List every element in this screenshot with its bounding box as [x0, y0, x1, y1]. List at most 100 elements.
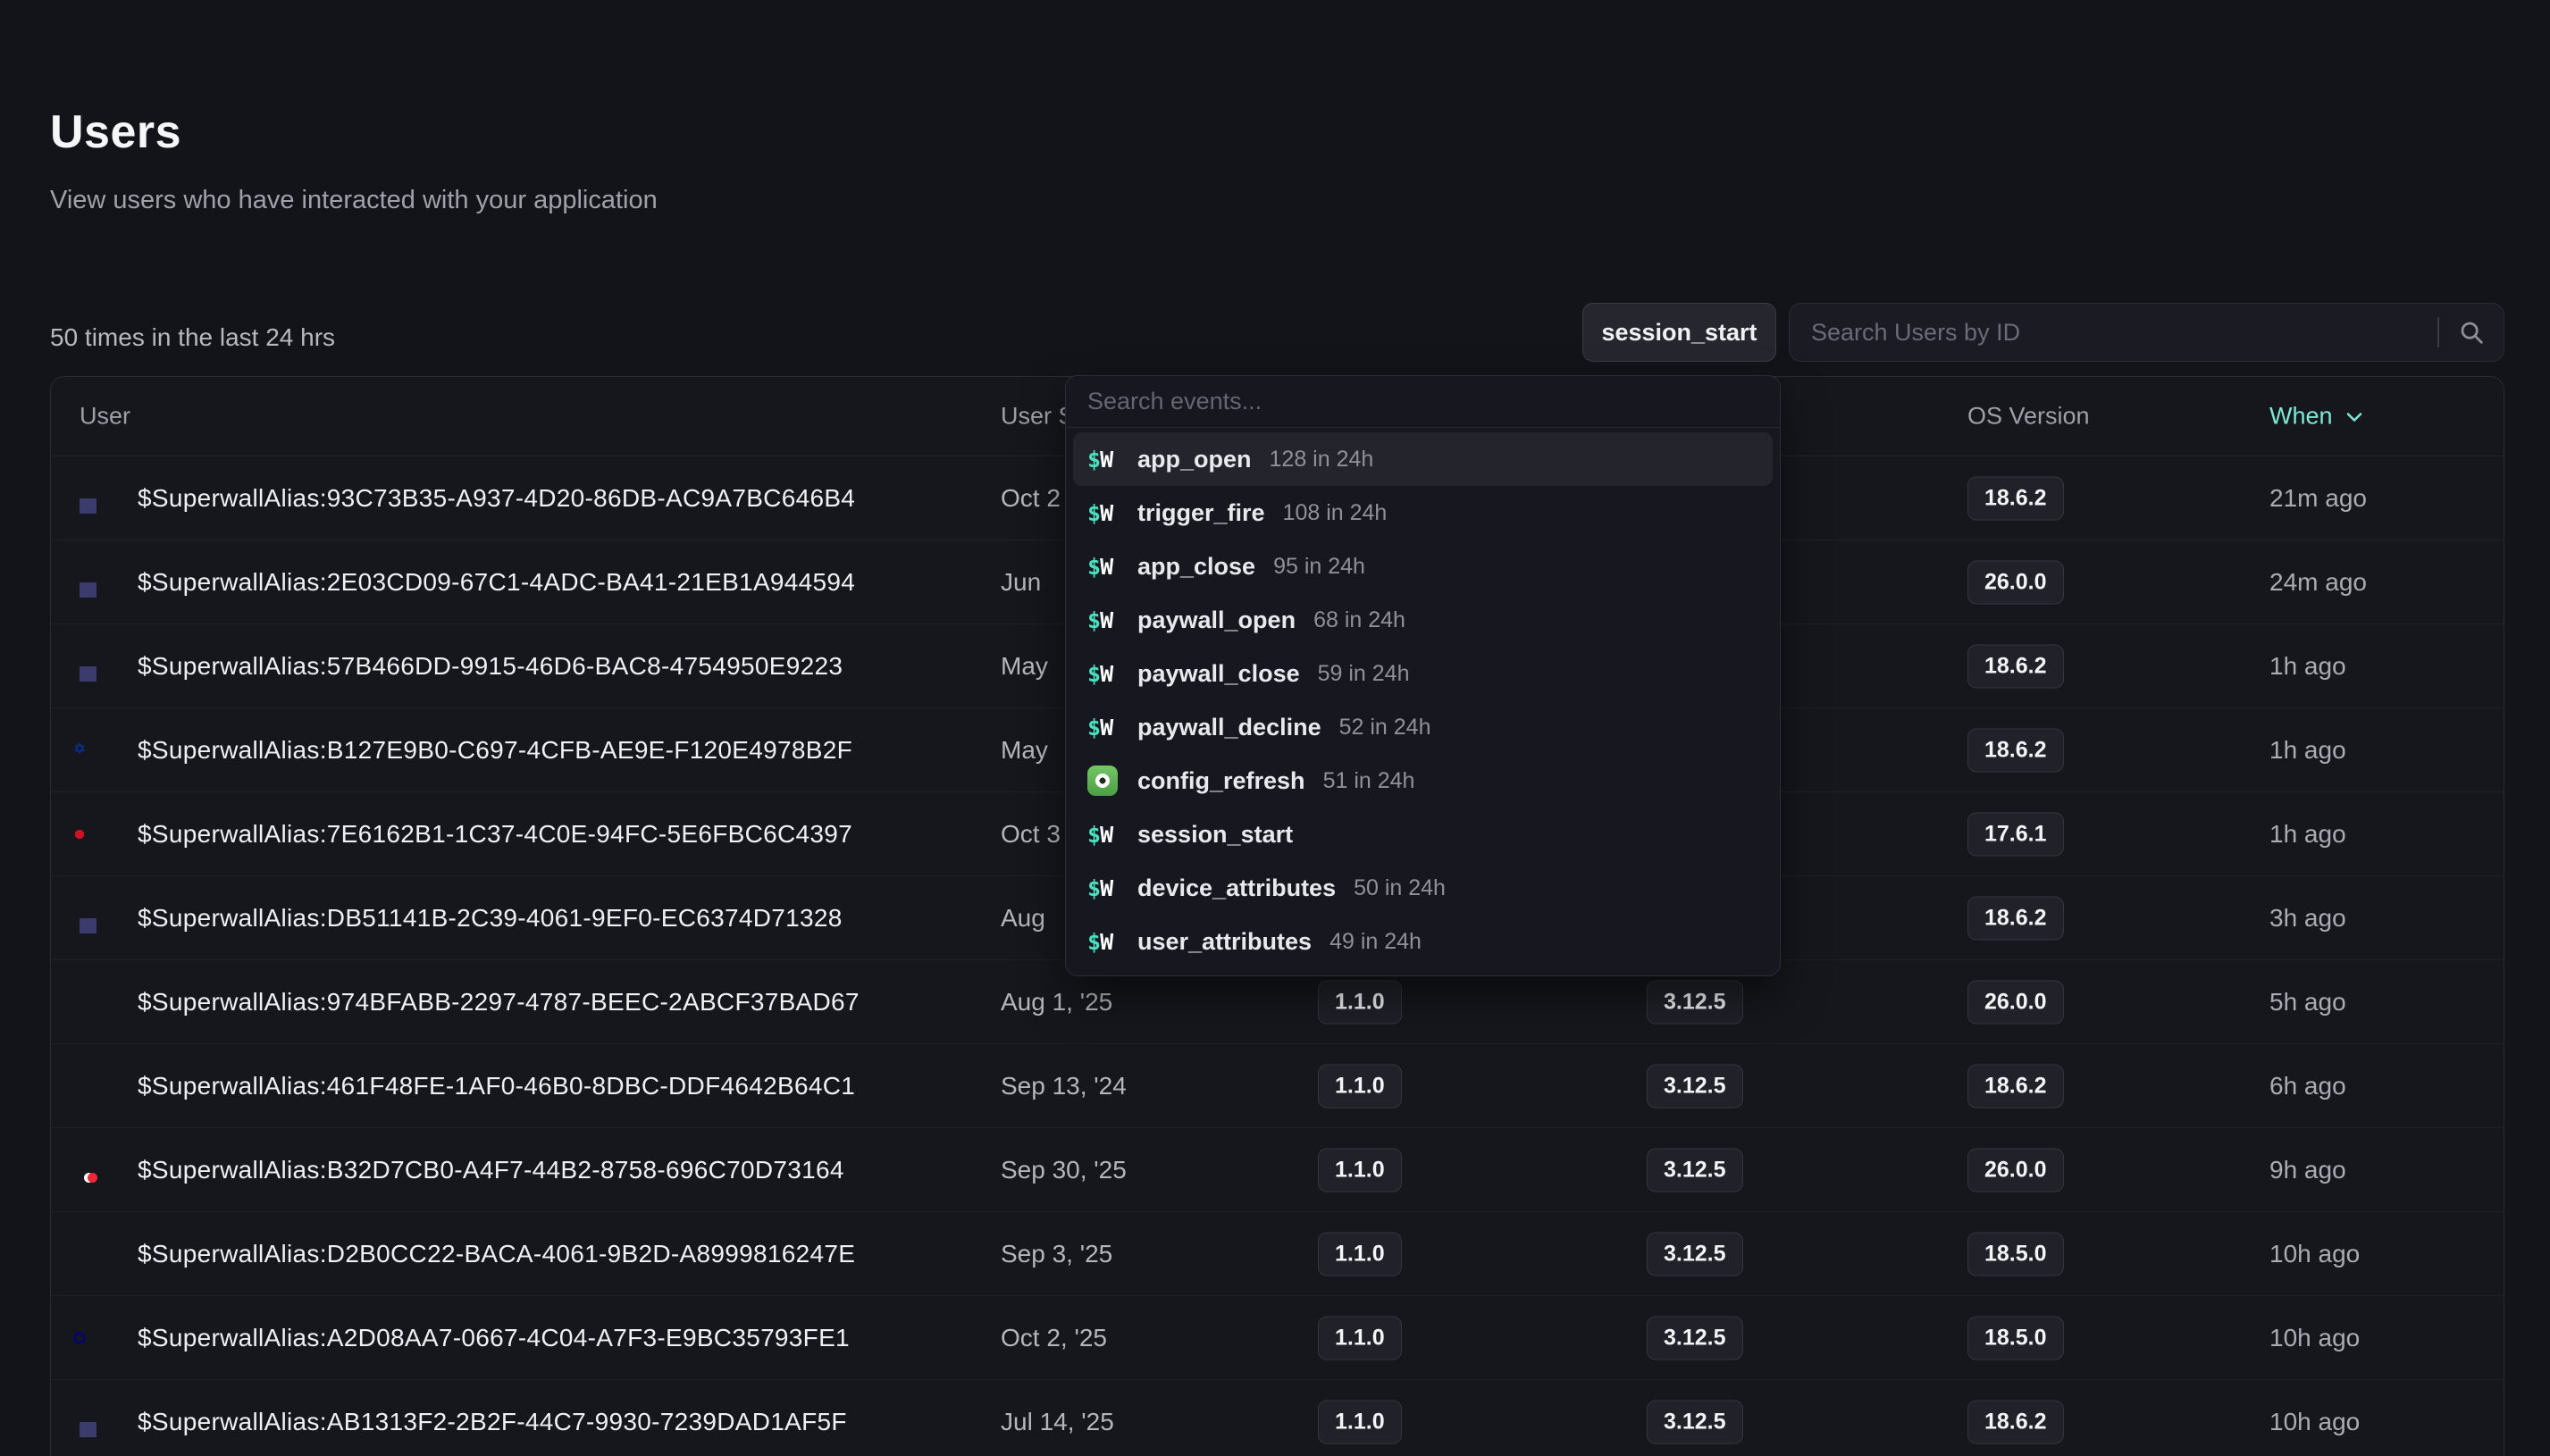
superwall-logo-icon: $W [1087, 607, 1112, 633]
superwall-logo-icon: $W [1087, 554, 1112, 580]
user-id: $SuperwallAlias:974BFABB-2297-4787-BEEC-… [138, 988, 860, 1017]
user-since: Aug [1001, 904, 1045, 933]
os-version-badge: 18.6.2 [1967, 728, 2064, 772]
event-search [1066, 376, 1780, 428]
table-row[interactable]: $SuperwallAlias:B32D7CB0-A4F7-44B2-8758-… [51, 1128, 2504, 1212]
when-value: 6h ago [2269, 1072, 2346, 1100]
sdk-version-badge: 3.12.5 [1647, 980, 1743, 1024]
app-version-badge: 1.1.0 [1318, 1316, 1402, 1360]
user-id: $SuperwallAlias:DB51141B-2C39-4061-9EF0-… [138, 904, 843, 933]
event-list-item[interactable]: $W device_attributes 50 in 24h [1073, 861, 1773, 915]
column-header-when[interactable]: When [2269, 403, 2365, 431]
user-since: Jun [1001, 568, 1041, 597]
event-icon [1087, 766, 1125, 796]
os-version-badge: 18.5.0 [1967, 1316, 2064, 1360]
column-header-os-version[interactable]: OS Version [1967, 403, 2090, 431]
user-since: Oct 3 [1001, 820, 1061, 849]
event-list-item[interactable]: $W paywall_open 68 in 24h [1073, 593, 1773, 647]
table-row[interactable]: $SuperwallAlias:A2D08AA7-0667-4C04-A7F3-… [51, 1296, 2504, 1380]
sdk-version-badge: 3.12.5 [1647, 1401, 1743, 1444]
when-value: 10h ago [2269, 1324, 2360, 1352]
sdk-version-badge: 3.12.5 [1647, 1148, 1743, 1192]
event-count: 51 in 24h [1323, 768, 1415, 794]
page-title: Users [50, 105, 181, 159]
event-name: paywall_open [1137, 607, 1296, 634]
user-since: Sep 30, '25 [1001, 1156, 1127, 1184]
os-version-badge: 18.5.0 [1967, 1232, 2064, 1276]
event-name: paywall_decline [1137, 714, 1321, 741]
event-name: trigger_fire [1137, 499, 1265, 527]
event-name: user_attributes [1137, 928, 1312, 956]
event-icon: $W [1087, 929, 1125, 955]
event-count: 59 in 24h [1318, 661, 1410, 687]
user-id: $SuperwallAlias:7E6162B1-1C37-4C0E-94FC-… [138, 820, 852, 849]
event-name: session_start [1137, 821, 1293, 849]
sdk-version-badge: 3.12.5 [1647, 1316, 1743, 1360]
event-list-item[interactable]: $W trigger_fire 108 in 24h [1073, 486, 1773, 540]
superwall-logo-icon: $W [1087, 447, 1112, 473]
event-list-item[interactable]: $W user_attributes 49 in 24h [1073, 915, 1773, 968]
user-id: $SuperwallAlias:AB1313F2-2B2F-44C7-9930-… [138, 1408, 847, 1436]
when-value: 24m ago [2269, 568, 2367, 597]
event-name: config_refresh [1137, 767, 1305, 795]
event-icon: $W [1087, 554, 1125, 580]
event-stats-text: 50 times in the last 24 hrs [50, 323, 335, 352]
user-id: $SuperwallAlias:A2D08AA7-0667-4C04-A7F3-… [138, 1324, 850, 1352]
superwall-logo-icon: $W [1087, 661, 1112, 687]
chevron-down-icon [2344, 406, 2365, 427]
app-version-badge: 1.1.0 [1318, 1064, 1402, 1108]
event-list-item[interactable]: $W session_start [1073, 807, 1773, 861]
column-header-when-label: When [2269, 403, 2333, 431]
user-search [1789, 303, 2504, 362]
search-icon[interactable] [2439, 319, 2504, 346]
superwall-logo-icon: $W [1087, 500, 1112, 526]
os-version-badge: 18.6.2 [1967, 644, 2064, 688]
user-since: Sep 3, '25 [1001, 1240, 1112, 1268]
event-list: $W app_open 128 in 24h $W trigger_fire 1… [1066, 428, 1780, 973]
when-value: 10h ago [2269, 1408, 2360, 1436]
when-value: 9h ago [2269, 1156, 2346, 1184]
os-version-badge: 26.0.0 [1967, 980, 2064, 1024]
event-list-item[interactable]: $W app_close 95 in 24h [1073, 540, 1773, 593]
event-count: 49 in 24h [1330, 929, 1422, 955]
event-name: app_open [1137, 446, 1252, 473]
event-icon: $W [1087, 875, 1125, 901]
app-version-badge: 1.1.0 [1318, 1401, 1402, 1444]
event-name: paywall_close [1137, 660, 1300, 688]
event-list-item[interactable]: $W app_open 128 in 24h [1073, 432, 1773, 486]
event-filter-button[interactable]: session_start [1582, 303, 1776, 362]
event-search-input[interactable] [1066, 388, 1780, 415]
user-id: $SuperwallAlias:93C73B35-A937-4D20-86DB-… [138, 484, 855, 513]
os-version-badge: 18.6.2 [1967, 476, 2064, 520]
event-name: app_close [1137, 553, 1255, 581]
sdk-version-badge: 3.12.5 [1647, 1064, 1743, 1108]
user-id: $SuperwallAlias:57B466DD-9915-46D6-BAC8-… [138, 652, 843, 681]
os-version-badge: 18.6.2 [1967, 896, 2064, 940]
event-filter-dropdown: $W app_open 128 in 24h $W trigger_fire 1… [1065, 375, 1781, 976]
user-id: $SuperwallAlias:461F48FE-1AF0-46B0-8DBC-… [138, 1072, 855, 1100]
sdk-version-badge: 3.12.5 [1647, 1232, 1743, 1276]
os-version-badge: 26.0.0 [1967, 1148, 2064, 1192]
os-version-badge: 18.6.2 [1967, 1064, 2064, 1108]
event-list-item[interactable]: config_refresh 51 in 24h [1073, 754, 1773, 807]
superwall-logo-icon: $W [1087, 875, 1112, 901]
event-list-item[interactable]: $W paywall_close 59 in 24h [1073, 647, 1773, 700]
superwall-logo-icon: $W [1087, 929, 1112, 955]
event-count: 108 in 24h [1283, 500, 1388, 526]
superwall-logo-icon: $W [1087, 822, 1112, 848]
table-row[interactable]: $SuperwallAlias:D2B0CC22-BACA-4061-9B2D-… [51, 1212, 2504, 1296]
user-search-input[interactable] [1790, 304, 2437, 361]
user-since: May [1001, 652, 1048, 681]
table-row[interactable]: $SuperwallAlias:AB1313F2-2B2F-44C7-9930-… [51, 1380, 2504, 1456]
table-row[interactable]: $SuperwallAlias:461F48FE-1AF0-46B0-8DBC-… [51, 1044, 2504, 1128]
superwall-logo-icon: $W [1087, 715, 1112, 741]
event-list-item[interactable]: $W paywall_decline 52 in 24h [1073, 700, 1773, 754]
when-value: 3h ago [2269, 904, 2346, 933]
column-header-user[interactable]: User [80, 403, 130, 431]
event-count: 95 in 24h [1273, 554, 1365, 580]
when-value: 1h ago [2269, 652, 2346, 681]
event-count: 68 in 24h [1313, 607, 1405, 633]
when-value: 10h ago [2269, 1240, 2360, 1268]
user-id: $SuperwallAlias:B127E9B0-C697-4CFB-AE9E-… [138, 736, 852, 765]
when-value: 1h ago [2269, 820, 2346, 849]
